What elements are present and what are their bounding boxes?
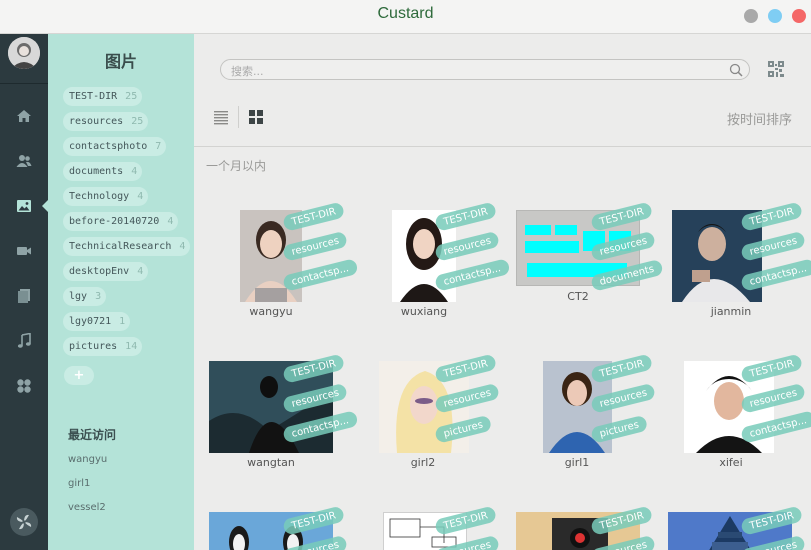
- rail-home[interactable]: [0, 99, 48, 133]
- contacts-icon: [16, 155, 32, 167]
- minimize-button[interactable]: [744, 9, 758, 23]
- tag-item[interactable]: lgy0721 1: [63, 312, 131, 331]
- tag-item[interactable]: desktopEnv 4: [63, 262, 149, 281]
- apps-icon: [17, 379, 31, 393]
- add-tag-button[interactable]: +: [64, 366, 94, 385]
- title-bar: Custard: [0, 0, 811, 34]
- list-view-icon[interactable]: [213, 109, 229, 125]
- sidebar-title: 图片: [104, 52, 137, 71]
- recent-item[interactable]: wangyu: [68, 454, 107, 465]
- search-icon[interactable]: [729, 63, 743, 77]
- photo-caption: wangyu: [249, 305, 293, 318]
- rail-video[interactable]: [0, 234, 48, 268]
- recent-item[interactable]: vessel2: [68, 502, 106, 513]
- rail-music[interactable]: [0, 324, 48, 358]
- tag-item[interactable]: lgy 3: [63, 287, 107, 306]
- tag-item[interactable]: pictures 14: [63, 337, 143, 356]
- tag-chip[interactable]: TEST-DIR: [282, 201, 346, 232]
- window-title: Custard: [377, 5, 434, 22]
- video-icon: [17, 247, 31, 255]
- photo-caption: wuxiang: [400, 305, 448, 318]
- qr-code-icon[interactable]: [768, 61, 784, 77]
- tag-item[interactable]: TEST-DIR 25: [63, 87, 143, 106]
- rail-pictures[interactable]: [0, 189, 48, 223]
- maximize-button[interactable]: [768, 9, 782, 23]
- settings-fan-icon[interactable]: [10, 508, 38, 536]
- rail-apps[interactable]: [0, 369, 48, 403]
- music-icon: [17, 333, 31, 348]
- tag-chip[interactable]: TEST-DIR: [434, 201, 498, 232]
- rail-divider: [0, 83, 48, 84]
- pictures-icon: [17, 200, 31, 212]
- search-box: [220, 59, 750, 81]
- tag-item[interactable]: before-20140720 4: [63, 212, 179, 231]
- close-button[interactable]: [792, 9, 806, 23]
- rail-documents[interactable]: [0, 279, 48, 313]
- photo-caption: girl2: [410, 456, 436, 469]
- search-input[interactable]: [221, 62, 711, 81]
- section-title: 一个月以内: [206, 159, 267, 173]
- tag-item[interactable]: resources 25: [63, 112, 149, 131]
- photo-caption: wangtan: [247, 456, 295, 469]
- rail-contacts[interactable]: [0, 144, 48, 178]
- tag-chip[interactable]: TEST-DIR: [740, 201, 804, 232]
- tag-sidebar: 图片 TEST-DIR 25 resources 25 contactsphoto 7…: [48, 34, 194, 550]
- main-panel: 按时间排序 一个月以内 wangyu TEST-DIR resources co…: [194, 34, 811, 550]
- documents-icon: [18, 289, 30, 303]
- home-icon: [17, 110, 31, 122]
- photo-caption: jianmin: [710, 305, 752, 318]
- view-divider: [238, 106, 239, 128]
- sort-by-time-button[interactable]: 按时间排序: [727, 109, 792, 128]
- tag-item[interactable]: TechnicalResearch 4: [63, 237, 191, 256]
- tag-item[interactable]: contactsphoto 7: [63, 137, 167, 156]
- recent-item[interactable]: girl1: [68, 478, 90, 489]
- recent-title: 最近访问: [68, 428, 117, 442]
- tag-chip[interactable]: TEST-DIR: [590, 353, 654, 384]
- tag-item[interactable]: documents 4: [63, 162, 143, 181]
- photo-caption: xifei: [719, 456, 743, 469]
- photo-caption: girl1: [564, 456, 590, 469]
- tag-item[interactable]: Technology 4: [63, 187, 149, 206]
- toolbar-divider: [194, 146, 811, 147]
- avatar[interactable]: [8, 37, 40, 69]
- nav-rail: [0, 34, 48, 550]
- photo-caption: CT2: [567, 290, 589, 303]
- grid-view-icon[interactable]: [248, 109, 264, 125]
